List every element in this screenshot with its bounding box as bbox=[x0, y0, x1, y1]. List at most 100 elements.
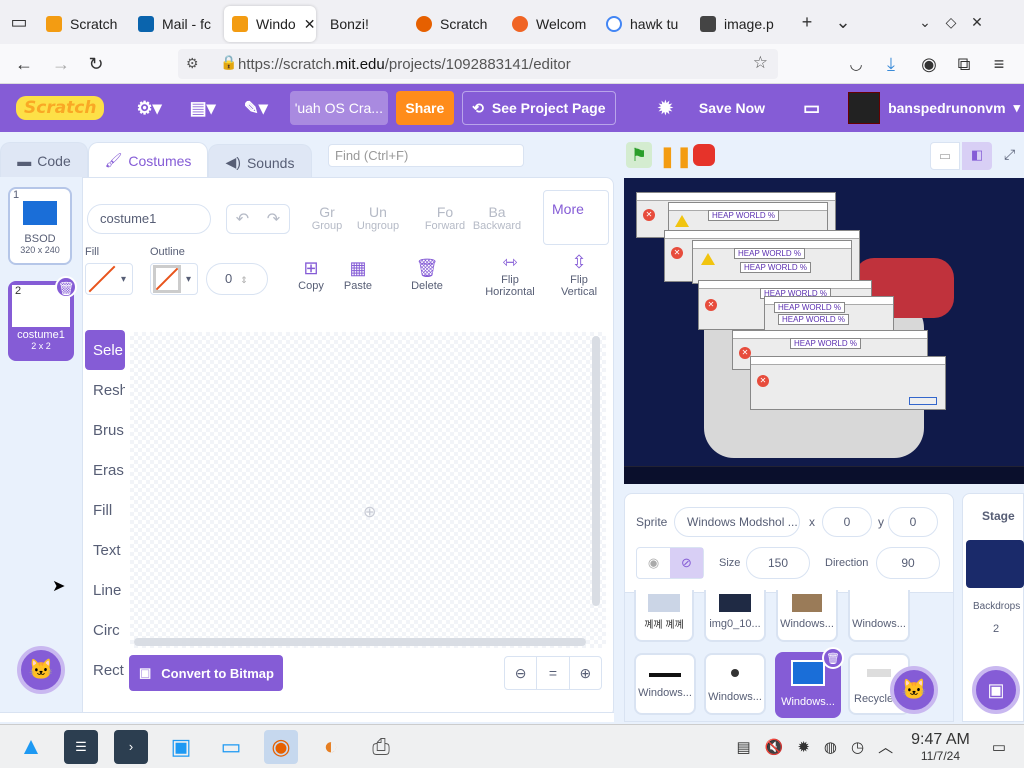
close-window-icon[interactable]: ✕ bbox=[966, 11, 988, 33]
reload-icon[interactable]: ↻ bbox=[85, 53, 107, 75]
backward-button[interactable]: Ba Backward bbox=[472, 204, 522, 232]
add-sprite-cat-icon[interactable]: 🐱 bbox=[890, 666, 938, 714]
forward-icon[interactable]: → bbox=[50, 53, 72, 75]
select-tool[interactable]: Sele bbox=[85, 330, 125, 370]
y-input[interactable]: 0 bbox=[888, 507, 938, 537]
downloads-icon[interactable]: ⤓ bbox=[880, 53, 902, 75]
text-tool[interactable]: Text bbox=[85, 530, 125, 570]
brightness-icon[interactable]: ✹ bbox=[797, 738, 810, 756]
fill-tool[interactable]: Fill bbox=[85, 490, 125, 530]
tab-list-icon[interactable]: ▭ bbox=[8, 11, 30, 33]
hide-eye-icon[interactable]: ⊘ bbox=[670, 548, 703, 578]
settings-gear-icon[interactable]: ⚙▾ bbox=[136, 98, 161, 119]
browser-tab[interactable]: Mail - fc bbox=[130, 6, 224, 42]
browser-tab[interactable]: Scratch bbox=[38, 6, 130, 42]
fill-color-picker[interactable]: ▾ bbox=[85, 263, 133, 295]
group-button[interactable]: Gr Group bbox=[310, 204, 344, 232]
paint-canvas[interactable] bbox=[130, 332, 606, 648]
new-tab-icon[interactable]: + bbox=[796, 11, 818, 33]
edit-menu-icon[interactable]: ✎▾ bbox=[244, 98, 268, 119]
settings-sliders-icon[interactable]: ☰ bbox=[64, 729, 98, 764]
browser-tab[interactable]: Welcom bbox=[504, 6, 598, 42]
minimize-icon[interactable]: ⌄ bbox=[914, 11, 936, 33]
vertical-scrollbar[interactable] bbox=[592, 336, 600, 606]
forward-button[interactable]: Fo Forward bbox=[422, 204, 468, 232]
my-stuff-folder-icon[interactable]: ▭ bbox=[803, 98, 820, 119]
reshape-tool[interactable]: Resh bbox=[85, 370, 125, 410]
firefox-icon[interactable]: ◉ bbox=[264, 729, 298, 764]
convert-to-bitmap-button[interactable]: ▣ Convert to Bitmap bbox=[129, 655, 283, 691]
sprite-item[interactable]: 꼐꼐 꼐꼐 bbox=[634, 590, 694, 642]
theme-lightbulb-icon[interactable]: ✹ bbox=[658, 98, 673, 119]
file-manager-icon[interactable]: ▭ bbox=[214, 730, 248, 764]
zoom-out-icon[interactable]: ⊖ bbox=[505, 657, 538, 689]
account-icon[interactable]: ◉ bbox=[918, 53, 940, 75]
app-icon[interactable]: ◐ bbox=[314, 730, 348, 764]
sprite-item[interactable]: Windows... bbox=[776, 590, 838, 642]
ungroup-button[interactable]: Un Ungroup bbox=[355, 204, 401, 232]
stage-canvas[interactable]: ✕ HEAP WORLD % ✕ HEAP WORLD % HEAP WORLD… bbox=[624, 178, 1024, 484]
maximize-icon[interactable]: ◇ bbox=[940, 11, 962, 33]
outline-width-input[interactable]: 0 ⇕ bbox=[206, 263, 268, 295]
large-stage-icon[interactable]: ◧ bbox=[962, 142, 992, 170]
avatar[interactable] bbox=[848, 92, 881, 124]
direction-input[interactable]: 90 bbox=[876, 547, 940, 579]
file-menu-icon[interactable]: ▤▾ bbox=[190, 98, 216, 119]
bookmark-star-icon[interactable]: ☆ bbox=[753, 53, 768, 73]
clock[interactable]: 9:47 AM 11/7/24 bbox=[911, 731, 970, 763]
delete-button[interactable]: 🗑 Delete bbox=[404, 258, 450, 292]
size-input[interactable]: 150 bbox=[746, 547, 810, 579]
line-tool[interactable]: Line bbox=[85, 570, 125, 610]
costume-name-input[interactable]: costume1 bbox=[87, 204, 211, 234]
username[interactable]: banspedrunonvm bbox=[888, 100, 1005, 116]
show-desktop-icon[interactable]: ▭ bbox=[992, 738, 1006, 756]
x-input[interactable]: 0 bbox=[822, 507, 872, 537]
outline-color-picker[interactable]: ▾ bbox=[150, 263, 198, 295]
browser-tab[interactable]: Scratch bbox=[408, 6, 504, 42]
share-button[interactable]: Share bbox=[395, 91, 454, 125]
green-flag-icon[interactable]: ⚑ bbox=[626, 142, 652, 168]
horizontal-scrollbar[interactable] bbox=[134, 638, 586, 646]
browser-tab[interactable]: Bonzi! bbox=[316, 6, 408, 42]
flip-horizontal-button[interactable]: ⇿ Flip Horizontal bbox=[480, 252, 540, 298]
back-icon[interactable]: ← bbox=[13, 53, 35, 75]
save-now-button[interactable]: Save Now bbox=[699, 100, 765, 116]
find-input[interactable]: Find (Ctrl+F) bbox=[328, 144, 524, 167]
brush-tool[interactable]: Brus bbox=[85, 410, 125, 450]
rectangle-tool[interactable]: Rect bbox=[85, 650, 125, 690]
more-button[interactable]: More bbox=[543, 190, 609, 245]
sprite-item[interactable]: Windows... bbox=[848, 590, 910, 642]
zoom-in-icon[interactable]: ⊕ bbox=[570, 657, 601, 689]
site-info-icon[interactable]: ⚙ bbox=[186, 55, 199, 72]
zoom-reset-button[interactable]: = bbox=[537, 657, 570, 689]
see-project-page-button[interactable]: ⟲ See Project Page bbox=[461, 91, 616, 125]
tab-sounds[interactable]: ◀) Sounds bbox=[208, 144, 312, 180]
eraser-tool[interactable]: Eras bbox=[85, 450, 125, 490]
tab-code[interactable]: ▬ Code bbox=[0, 142, 88, 178]
undo-icon[interactable]: ↶ bbox=[236, 209, 249, 229]
paste-button[interactable]: ▦ Paste bbox=[335, 258, 381, 292]
close-tab-icon[interactable]: ✕ bbox=[304, 16, 316, 33]
costume-item[interactable]: 1 BSOD 320 x 240 bbox=[8, 187, 72, 265]
sprite-name-input[interactable]: Windows Modshol ... bbox=[674, 507, 800, 537]
fullscreen-icon[interactable]: ⤢ bbox=[1004, 146, 1015, 163]
circle-tool[interactable]: Circ bbox=[85, 610, 125, 650]
menu-icon[interactable]: ≡ bbox=[988, 53, 1010, 75]
sprite-item[interactable]: img0_10... bbox=[704, 590, 766, 642]
scanner-icon[interactable]: ⎙ bbox=[364, 730, 398, 764]
sprite-item[interactable]: Windows... bbox=[704, 653, 766, 715]
pocket-icon[interactable]: ◡ bbox=[845, 53, 867, 75]
add-backdrop-icon[interactable]: ▣ bbox=[972, 666, 1020, 714]
chevron-down-icon[interactable]: ▾ bbox=[1014, 100, 1021, 116]
update-icon[interactable]: ◷ bbox=[851, 738, 864, 756]
small-stage-icon[interactable]: ▭ bbox=[930, 142, 960, 170]
terminal-icon[interactable]: › bbox=[114, 729, 148, 764]
tab-costumes[interactable]: 🖌 Costumes bbox=[88, 142, 208, 178]
stepper-icon[interactable]: ⇕ bbox=[240, 275, 248, 285]
app-launcher-icon[interactable]: ▲ bbox=[14, 730, 48, 764]
package-store-icon[interactable]: ▣ bbox=[164, 730, 198, 764]
add-costume-cat-icon[interactable]: 🐱 bbox=[17, 646, 65, 694]
volume-muted-icon[interactable]: 🔇 bbox=[765, 738, 784, 756]
scratch-logo[interactable]: Scratch bbox=[16, 96, 105, 120]
stop-icon[interactable] bbox=[693, 144, 715, 166]
